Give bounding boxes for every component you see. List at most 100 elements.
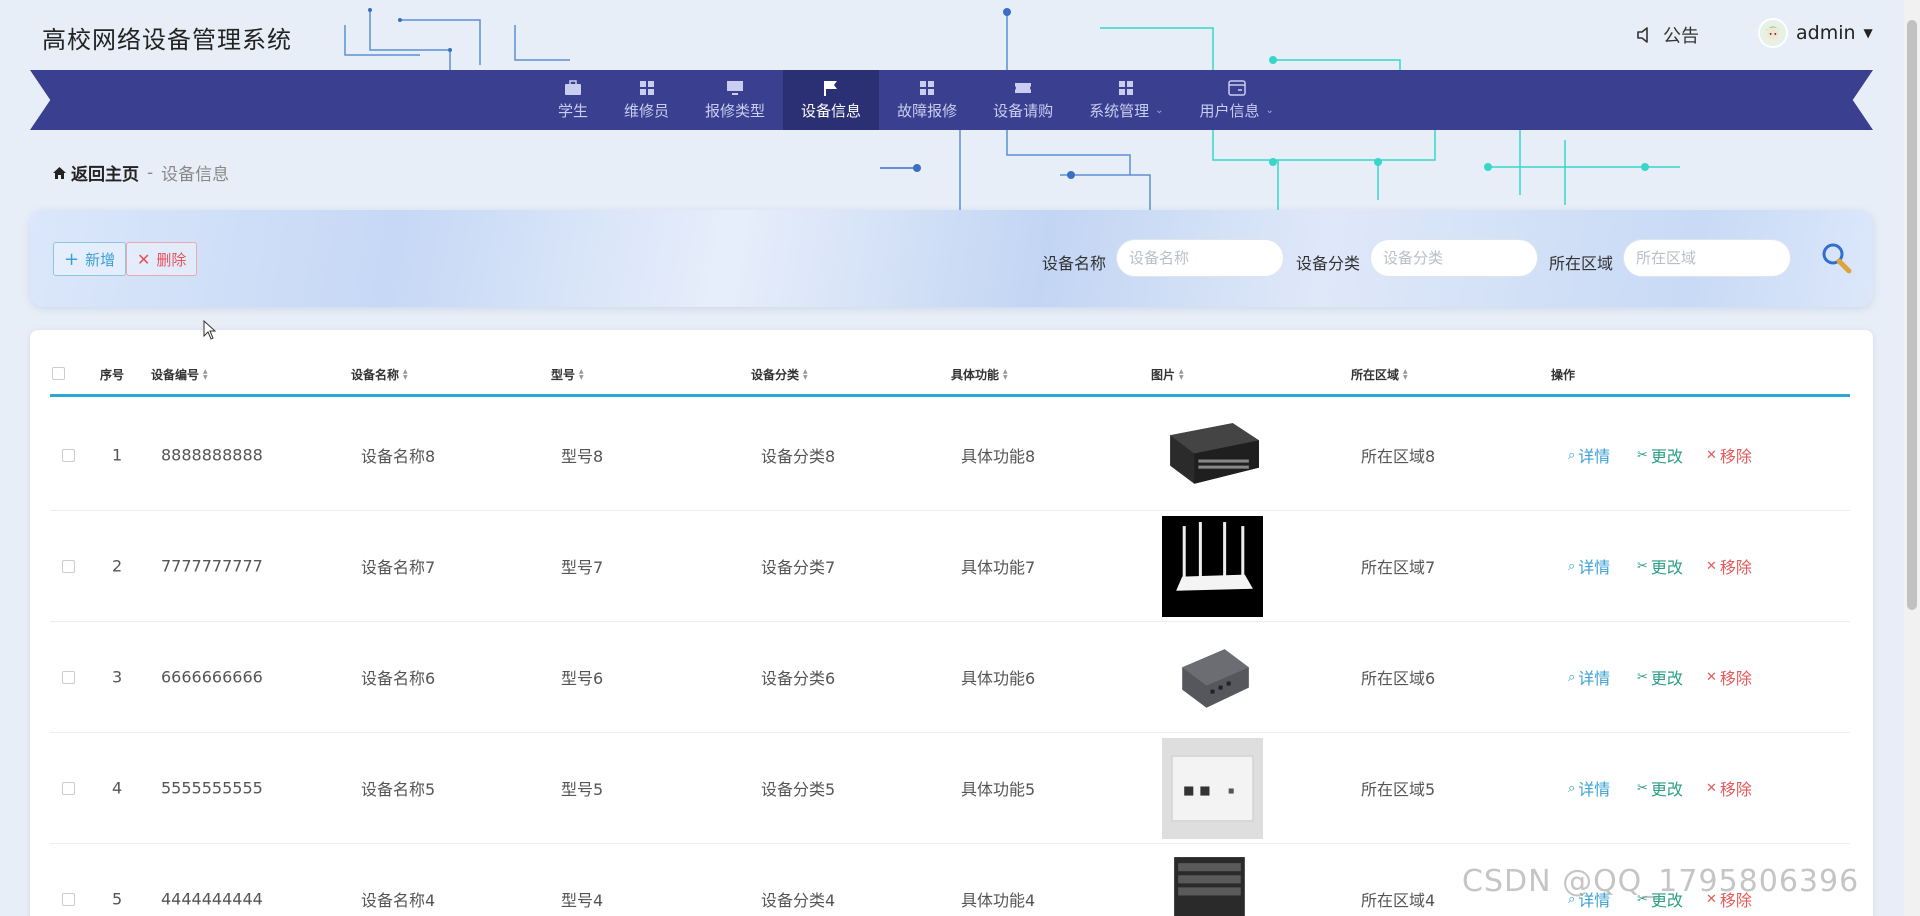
device-image[interactable]	[1162, 516, 1263, 617]
scrollbar-thumb[interactable]	[1907, 20, 1917, 610]
speaker-icon	[1637, 27, 1648, 43]
cell-function: 具体功能6	[961, 669, 1036, 688]
remove-button[interactable]: ✕ 移除	[1706, 776, 1752, 800]
device-image[interactable]	[1162, 405, 1263, 506]
notice-button[interactable]: 公告	[1635, 22, 1699, 48]
column-header-model[interactable]: 型号 ▲ ▼	[551, 366, 584, 383]
sort-icon: ▲ ▼	[1403, 367, 1408, 381]
search-panel: + 新增 ✕ 删除 设备名称 设备分类 所在区域	[30, 210, 1873, 307]
vertical-scrollbar[interactable]	[1904, 0, 1920, 916]
grid-icon	[920, 80, 935, 95]
nav-item-repairers[interactable]: 维修员	[606, 70, 687, 130]
mouse-cursor	[203, 319, 217, 344]
breadcrumb-separator: -	[147, 162, 154, 183]
nav-item-students[interactable]: 学生	[540, 70, 606, 130]
monitor-icon	[727, 80, 744, 95]
column-header-name[interactable]: 设备名称 ▲ ▼	[351, 366, 408, 383]
device-name-input[interactable]	[1116, 239, 1284, 277]
delete-button-label: 删除	[156, 250, 187, 269]
nav-item-repair-types[interactable]: 报修类型	[687, 70, 783, 130]
row-checkbox[interactable]	[62, 893, 75, 906]
cell-category: 设备分类8	[761, 447, 836, 466]
remove-button[interactable]: ✕ 移除	[1706, 443, 1752, 467]
flag-icon	[824, 80, 838, 96]
device-image[interactable]	[1162, 849, 1263, 916]
remove-button[interactable]: ✕ 移除	[1706, 554, 1752, 578]
edit-button[interactable]: ✂ 更改	[1637, 443, 1683, 467]
row-checkbox[interactable]	[62, 782, 75, 795]
detail-button[interactable]: ⌕ 详情	[1568, 443, 1610, 467]
cell-code: 5555555555	[161, 778, 263, 798]
column-header-region[interactable]: 所在区域 ▲ ▼	[1351, 366, 1408, 383]
device-name-label: 设备名称	[1042, 254, 1107, 273]
cell-model: 型号6	[561, 669, 604, 688]
chevron-down-icon: ⌄	[1155, 104, 1164, 116]
edit-button[interactable]: ✂ 更改	[1637, 665, 1683, 689]
detail-button[interactable]: ⌕ 详情	[1568, 776, 1610, 800]
detail-icon: ⌕	[1568, 780, 1576, 796]
device-image[interactable]	[1162, 738, 1263, 839]
row-checkbox[interactable]	[62, 560, 75, 573]
detail-button-label: 详情	[1578, 447, 1611, 466]
detail-button[interactable]: ⌕ 详情	[1568, 665, 1610, 689]
detail-icon: ⌕	[1568, 669, 1576, 685]
remove-button[interactable]: ✕ 移除	[1706, 665, 1752, 689]
nav-item-device-info[interactable]: 设备信息	[783, 70, 880, 130]
cell-name: 设备名称7	[361, 558, 436, 577]
cell-region: 所在区域6	[1361, 669, 1436, 688]
avatar	[1758, 18, 1788, 48]
cell-model: 型号4	[561, 891, 604, 910]
cell-function: 具体功能4	[961, 891, 1036, 910]
detail-button-label: 详情	[1578, 558, 1611, 577]
cell-index: 3	[112, 667, 123, 687]
cell-model: 型号5	[561, 780, 604, 799]
sort-icon: ▲ ▼	[1179, 367, 1184, 381]
column-header-category[interactable]: 设备分类 ▲ ▼	[751, 366, 808, 383]
breadcrumb-home-label: 返回主页	[71, 165, 139, 185]
close-icon: ✕	[1706, 558, 1717, 574]
device-image[interactable]	[1162, 627, 1263, 728]
ticket-icon	[1015, 82, 1032, 93]
search-icon[interactable]	[1818, 240, 1854, 276]
add-button[interactable]: + 新增	[53, 242, 127, 276]
plus-icon: +	[64, 248, 80, 270]
edit-icon: ✂	[1637, 447, 1648, 463]
region-input[interactable]	[1623, 239, 1791, 277]
card-icon	[1227, 79, 1246, 96]
row-checkbox[interactable]	[62, 671, 75, 684]
device-table: 序号 设备编号 ▲ ▼ 设备名称 ▲ ▼ 型号 ▲ ▼ 设备分类 ▲ ▼ 具体功能 ▲ ▼ 图片 ▲ ▼…	[30, 330, 1873, 916]
sort-icon: ▲ ▼	[1003, 367, 1008, 381]
cell-region: 所在区域7	[1361, 558, 1436, 577]
column-header-image[interactable]: 图片 ▲ ▼	[1151, 366, 1184, 383]
column-header-function[interactable]: 具体功能 ▲ ▼	[951, 366, 1008, 383]
cell-category: 设备分类7	[761, 558, 836, 577]
remove-button-label: 移除	[1719, 780, 1752, 799]
cell-function: 具体功能8	[961, 447, 1036, 466]
user-menu[interactable]: admin ▼	[1758, 18, 1873, 48]
detail-button[interactable]: ⌕ 详情	[1568, 554, 1610, 578]
edit-button[interactable]: ✂ 更改	[1637, 554, 1683, 578]
breadcrumb-home[interactable]: 返回主页	[52, 160, 139, 185]
nav-item-system-management[interactable]: 系统管理 ⌄	[1071, 70, 1181, 130]
column-header-code[interactable]: 设备编号 ▲ ▼	[151, 366, 208, 383]
delete-button[interactable]: ✕ 删除	[126, 242, 198, 276]
add-button-label: 新增	[85, 250, 116, 269]
row-checkbox[interactable]	[62, 449, 75, 462]
nav-label: 用户信息	[1199, 101, 1260, 120]
cell-code: 4444444444	[161, 889, 263, 909]
edit-button-label: 更改	[1650, 780, 1683, 799]
nav-label: 故障报修	[897, 101, 958, 120]
table-row: 3 6666666666 设备名称6 型号6 设备分类6 具体功能6 所在区域6 ⌕ 详情 ✂ 更改…	[50, 622, 1850, 733]
cell-name: 设备名称4	[361, 891, 436, 910]
cell-index: 2	[112, 556, 123, 576]
nav-item-fault-repair[interactable]: 故障报修	[879, 70, 975, 130]
device-category-label: 设备分类	[1296, 254, 1361, 273]
nav-item-purchase-request[interactable]: 设备请购	[975, 70, 1071, 130]
nav-item-user-info[interactable]: 用户信息 ⌄	[1182, 70, 1292, 130]
cell-model: 型号7	[561, 558, 604, 577]
sort-icon: ▲ ▼	[579, 367, 584, 381]
notice-label: 公告	[1663, 26, 1699, 47]
edit-button[interactable]: ✂ 更改	[1637, 776, 1683, 800]
select-all-checkbox[interactable]	[52, 367, 65, 380]
device-category-input[interactable]	[1370, 239, 1538, 277]
